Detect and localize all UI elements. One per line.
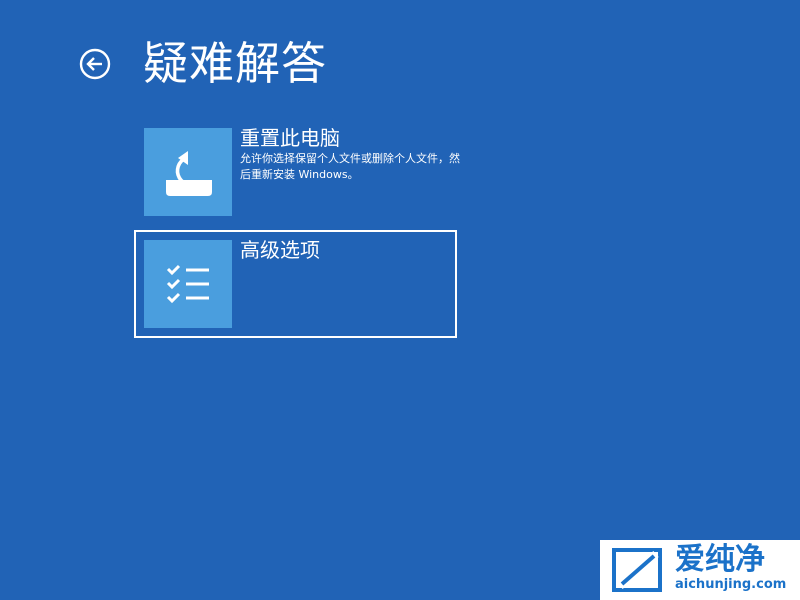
watermark-logo-icon (612, 548, 662, 592)
reset-pc-description: 允许你选择保留个人文件或删除个人文件，然后重新安装 Windows。 (240, 152, 460, 181)
advanced-options-title: 高级选项 (240, 238, 320, 262)
page-title: 疑难解答 (143, 37, 328, 90)
checklist-icon (166, 264, 209, 304)
back-button[interactable] (79, 48, 111, 80)
advanced-options-tile (144, 240, 232, 328)
watermark-url: aichunjing.com (675, 577, 787, 592)
reset-pc-title: 重置此电脑 (240, 126, 340, 150)
reset-pc-icon (166, 151, 212, 196)
advanced-options-option[interactable]: 高级选项 (134, 230, 457, 338)
reset-pc-tile (144, 128, 232, 216)
back-arrow-icon (79, 48, 111, 80)
troubleshoot-screen: 疑难解答 重置此电脑 允许你选择保留个人文件或删除个人文件，然后重新安装 Win… (0, 0, 800, 600)
reset-pc-option[interactable]: 重置此电脑 允许你选择保留个人文件或删除个人文件，然后重新安装 Windows。 (134, 118, 460, 226)
watermark-name: 爱纯净 (675, 542, 765, 577)
watermark: 爱纯净 aichunjing.com (600, 540, 800, 600)
